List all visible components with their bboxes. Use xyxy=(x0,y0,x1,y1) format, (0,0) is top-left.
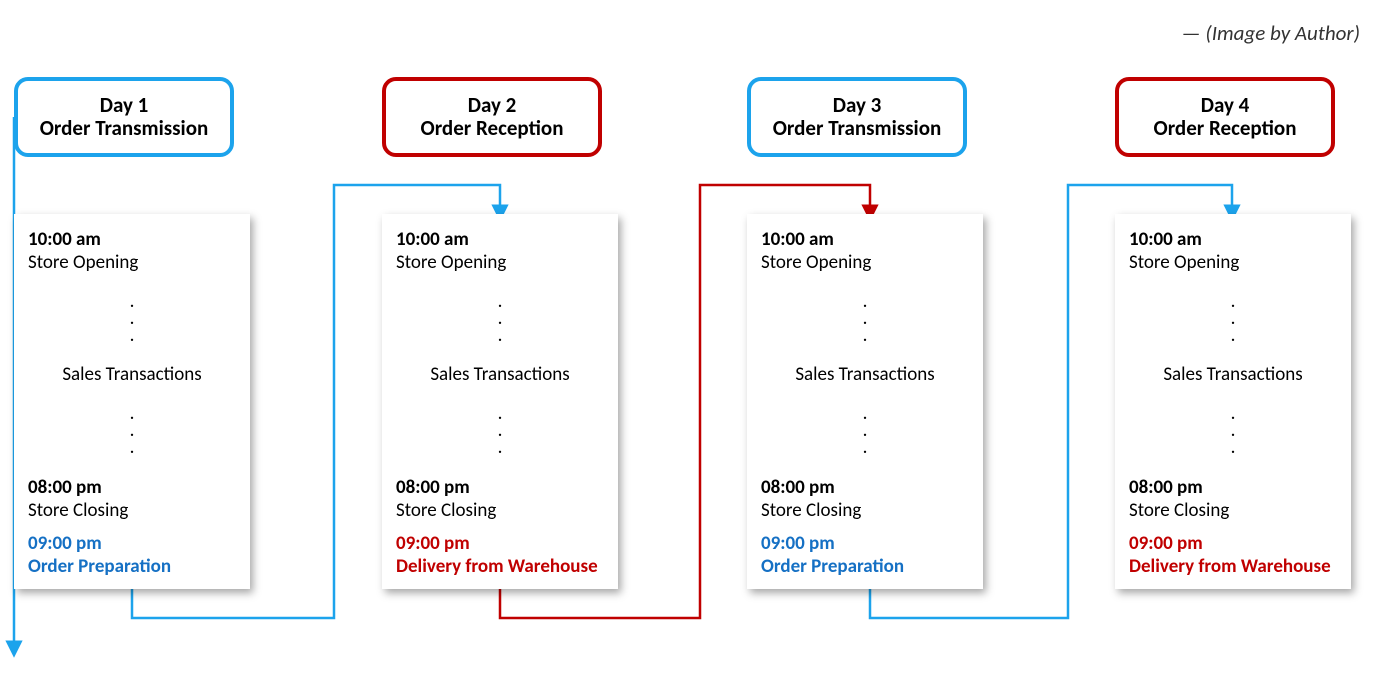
day-header-2: Day 2 Order Reception xyxy=(382,77,602,157)
day-header-line2: Order Reception xyxy=(421,117,564,140)
open-time: 10:00 am xyxy=(761,228,969,251)
event-time: 09:00 pm xyxy=(761,532,969,555)
open-time: 10:00 am xyxy=(1129,228,1337,251)
image-caption: — (Image by Author) xyxy=(1182,20,1360,46)
open-time: 10:00 am xyxy=(28,228,236,251)
open-time: 10:00 am xyxy=(396,228,604,251)
dots: ... xyxy=(1129,293,1337,344)
event-label: Order Preparation xyxy=(761,555,969,578)
day-header-line2: Order Transmission xyxy=(773,117,942,140)
day-card-1: 10:00 am Store Opening ... Sales Transac… xyxy=(14,214,250,589)
close-label: Store Closing xyxy=(396,499,604,522)
day-header-line1: Day 1 xyxy=(100,94,149,117)
day-header-1: Day 1 Order Transmission xyxy=(14,77,234,157)
dots: ... xyxy=(28,293,236,344)
event-label: Delivery from Warehouse xyxy=(396,555,604,578)
close-time: 08:00 pm xyxy=(28,476,236,499)
day-header-line1: Day 4 xyxy=(1201,94,1250,117)
close-label: Store Closing xyxy=(761,499,969,522)
dots: ... xyxy=(1129,405,1337,456)
close-time: 08:00 pm xyxy=(396,476,604,499)
dots: ... xyxy=(761,405,969,456)
day-card-2: 10:00 am Store Opening ... Sales Transac… xyxy=(382,214,618,589)
close-time: 08:00 pm xyxy=(1129,476,1337,499)
day-header-line1: Day 2 xyxy=(468,94,517,117)
event-label: Delivery from Warehouse xyxy=(1129,555,1337,578)
open-label: Store Opening xyxy=(396,251,604,274)
event-time: 09:00 pm xyxy=(28,532,236,555)
day-header-line2: Order Reception xyxy=(1154,117,1297,140)
mid-label: Sales Transactions xyxy=(1129,363,1337,386)
dots: ... xyxy=(761,293,969,344)
day-header-line2: Order Transmission xyxy=(40,117,209,140)
event-label: Order Preparation xyxy=(28,555,236,578)
day-card-4: 10:00 am Store Opening ... Sales Transac… xyxy=(1115,214,1351,589)
open-label: Store Opening xyxy=(761,251,969,274)
day-header-4: Day 4 Order Reception xyxy=(1115,77,1335,157)
open-label: Store Opening xyxy=(1129,251,1337,274)
event-time: 09:00 pm xyxy=(1129,532,1337,555)
mid-label: Sales Transactions xyxy=(761,363,969,386)
day-header-3: Day 3 Order Transmission xyxy=(747,77,967,157)
dots: ... xyxy=(28,405,236,456)
dots: ... xyxy=(396,293,604,344)
mid-label: Sales Transactions xyxy=(28,363,236,386)
close-label: Store Closing xyxy=(1129,499,1337,522)
close-label: Store Closing xyxy=(28,499,236,522)
day-card-3: 10:00 am Store Opening ... Sales Transac… xyxy=(747,214,983,589)
close-time: 08:00 pm xyxy=(761,476,969,499)
dots: ... xyxy=(396,405,604,456)
event-time: 09:00 pm xyxy=(396,532,604,555)
mid-label: Sales Transactions xyxy=(396,363,604,386)
open-label: Store Opening xyxy=(28,251,236,274)
day-header-line1: Day 3 xyxy=(833,94,882,117)
